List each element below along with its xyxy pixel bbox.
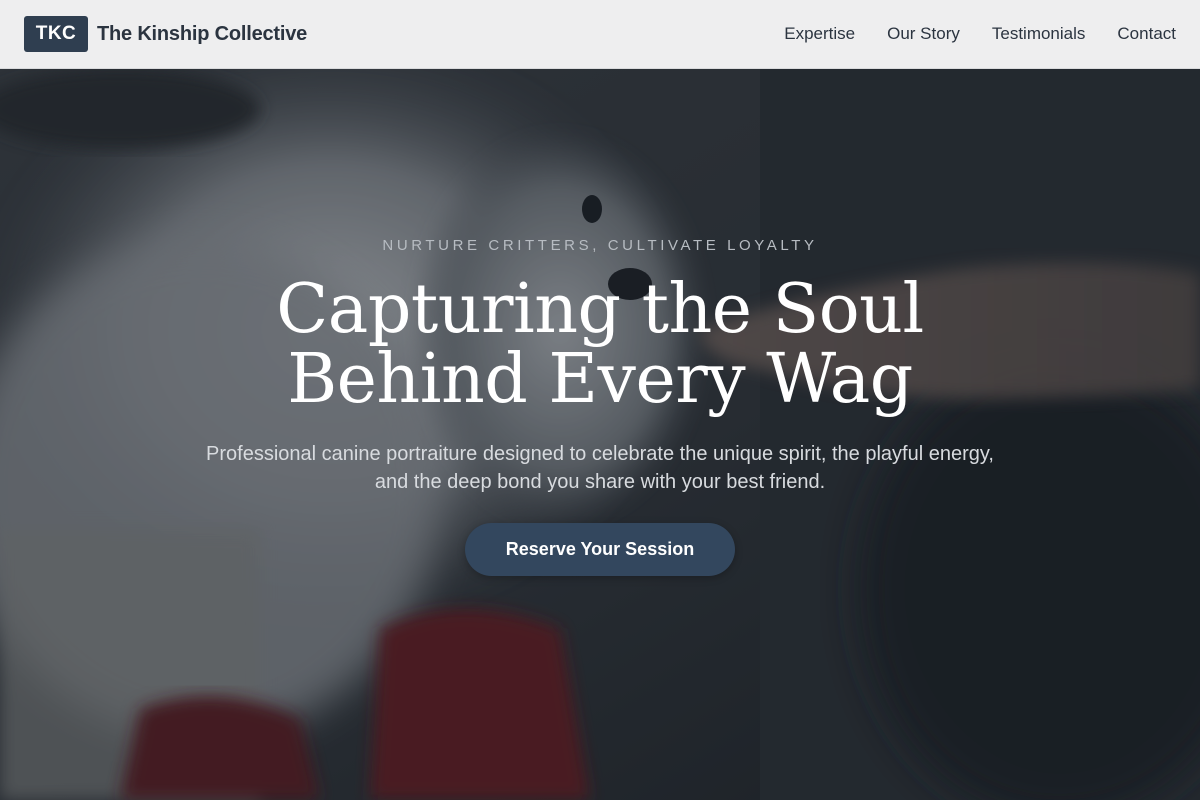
nav-link-testimonials[interactable]: Testimonials [992,24,1086,44]
reserve-session-button[interactable]: Reserve Your Session [465,523,735,576]
brand-name[interactable]: The Kinship Collective [97,23,307,46]
main-nav: Expertise Our Story Testimonials Contact [784,24,1176,44]
hero-overlay [0,69,1200,800]
hero-eyebrow: NURTURE CRITTERS, CULTIVATE LOYALTY [382,237,818,254]
brand[interactable]: TKC The Kinship Collective [24,16,307,52]
site-header: TKC The Kinship Collective Expertise Our… [0,0,1200,69]
nav-link-our-story[interactable]: Our Story [887,24,960,44]
hero-headline-line-2: Behind Every Wag [287,340,913,419]
hero-subhead: Professional canine portraiture designed… [150,440,1050,496]
nav-link-contact[interactable]: Contact [1117,24,1176,44]
hero-headline: Capturing the Soul Behind Every Wag [0,275,1200,415]
hero-subhead-line-1: Professional canine portraiture designed… [206,443,994,465]
nav-link-expertise[interactable]: Expertise [784,24,855,44]
logo-badge[interactable]: TKC [24,16,88,52]
hero-section: NURTURE CRITTERS, CULTIVATE LOYALTY Capt… [0,69,1200,800]
hero-subhead-line-2: and the deep bond you share with your be… [374,471,826,493]
hero-headline-line-1: Capturing the Soul [276,270,924,349]
